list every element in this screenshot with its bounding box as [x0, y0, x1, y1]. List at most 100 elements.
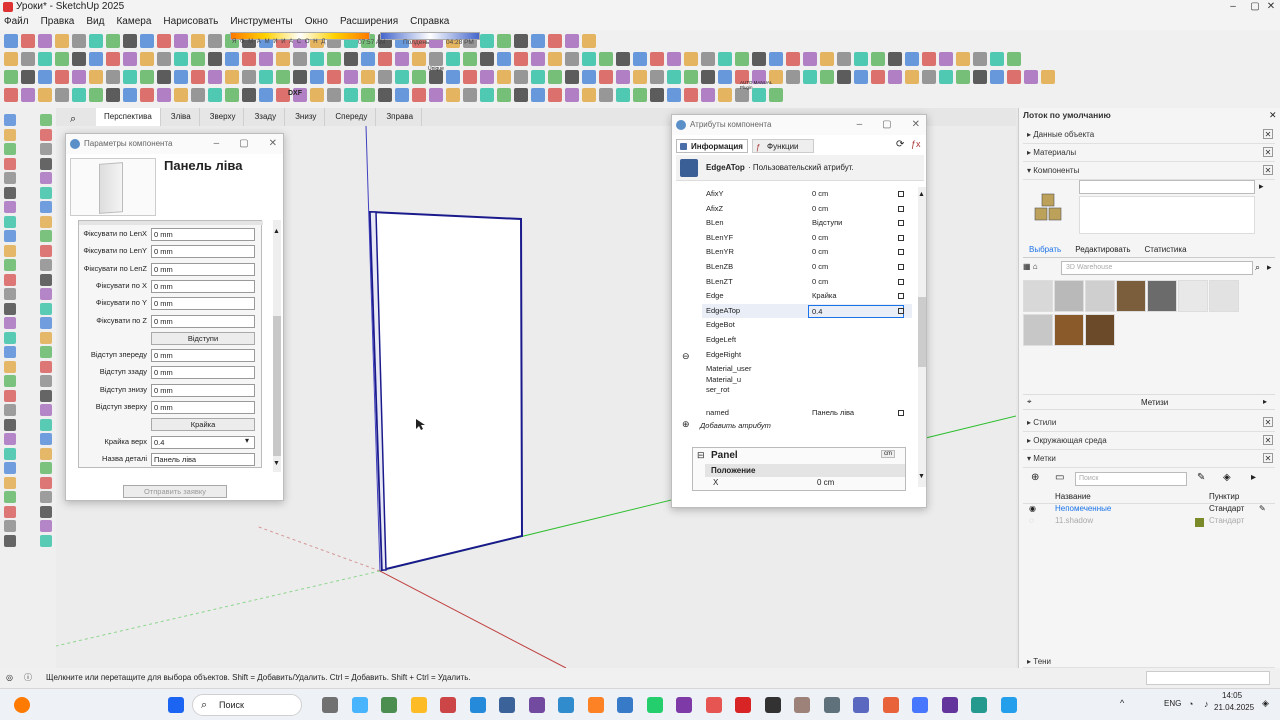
toolbar-tool-icon[interactable] [242, 70, 256, 84]
taskbar-search[interactable]: ⌕ Поиск [192, 694, 302, 716]
toolbar-tool-icon[interactable] [242, 52, 256, 66]
drawing-tool-icon[interactable] [4, 462, 16, 474]
fix-param-input[interactable]: 0 mm [151, 314, 255, 328]
kraika-section-button[interactable]: Крайка [151, 418, 255, 432]
component-thumbnail[interactable] [1178, 280, 1208, 312]
taskbar-app-icon[interactable] [410, 697, 427, 713]
toolbar-tool-icon[interactable] [208, 70, 222, 84]
toolbar-tool-icon[interactable] [225, 70, 239, 84]
toolbar-tool-icon[interactable] [293, 52, 307, 66]
toolbar-tool-icon[interactable] [89, 52, 103, 66]
toolbar-tool-icon[interactable] [650, 88, 664, 102]
drawing-tool-icon[interactable] [4, 331, 16, 344]
attr-row[interactable]: AfixZ 0 cm [702, 202, 912, 217]
volume-icon[interactable]: ♪ [1204, 699, 1209, 709]
toolbar-tool-icon[interactable] [344, 70, 358, 84]
drawing-tool-icon[interactable] [40, 143, 52, 155]
otstupy-section-button[interactable]: Відступи [151, 331, 255, 345]
toolbar-tool-icon[interactable] [38, 70, 52, 84]
toolbar-tool-icon[interactable] [191, 88, 205, 102]
drawing-tool-icon[interactable] [40, 302, 52, 315]
toolbar-tool-icon[interactable] [123, 34, 137, 48]
toolbar-tool-icon[interactable] [89, 70, 103, 84]
drawing-tool-icon[interactable] [4, 389, 16, 402]
tab-select[interactable]: Выбрать [1029, 242, 1061, 257]
taskbar-app-icon[interactable] [794, 697, 810, 713]
attr-row[interactable]: BLenZT 0 cm [702, 275, 912, 290]
refresh-icon[interactable]: ⟳ [896, 139, 908, 151]
toolbar-tool-icon[interactable] [446, 70, 460, 84]
toolbar-tool-icon[interactable] [89, 88, 103, 102]
toolbar-tool-icon[interactable] [531, 34, 545, 48]
attr-row[interactable]: EdgeRight [702, 348, 912, 363]
params-scrollbar[interactable]: ▲ ▼ [273, 220, 281, 472]
toolbar-tool-icon[interactable] [446, 88, 460, 102]
formula-toggle-icon[interactable]: ƒx [911, 139, 923, 151]
formula-icon[interactable] [898, 191, 904, 197]
tray-entity-info[interactable]: ▸ Данные объекта ✕ [1023, 126, 1275, 144]
toolbar-tool-icon[interactable] [837, 52, 851, 66]
attr-row[interactable]: EdgeATop 0.4 [702, 303, 912, 319]
taskbar-app-icon[interactable] [322, 697, 338, 713]
component-thumbnail[interactable] [1116, 280, 1146, 312]
drawing-tool-icon[interactable] [4, 244, 16, 257]
drawing-tool-icon[interactable] [40, 172, 52, 184]
toolbar-tool-icon[interactable] [242, 88, 256, 102]
toolbar-tool-icon[interactable] [480, 88, 494, 102]
toolbar-tool-icon[interactable] [140, 88, 154, 102]
fix-param-input[interactable]: 0 mm [151, 245, 255, 259]
toolbar-tool-icon[interactable] [633, 88, 647, 102]
toolbar-tool-icon[interactable] [89, 34, 103, 48]
drawing-tool-icon[interactable] [4, 418, 16, 431]
toolbar-tool-icon[interactable] [463, 52, 477, 66]
drawing-tool-icon[interactable] [40, 230, 52, 242]
toolbar-tool-icon[interactable] [38, 88, 52, 102]
toolbar-tool-icon[interactable] [378, 70, 392, 84]
dlg-close-icon[interactable]: ✕ [269, 134, 277, 154]
drawing-tool-icon[interactable] [40, 447, 52, 460]
toolbar-tool-icon[interactable] [38, 34, 52, 48]
toolbar-tool-icon[interactable] [667, 52, 681, 66]
menu-file[interactable]: Файл [4, 14, 29, 30]
toolbar-tool-icon[interactable] [854, 70, 868, 84]
formula-icon[interactable] [898, 234, 904, 241]
toolbar-tool-icon[interactable] [21, 34, 35, 48]
dlg-minimize-icon[interactable]: – [857, 115, 863, 135]
toolbar-tool-icon[interactable] [157, 34, 171, 48]
toolbar-tool-icon[interactable] [718, 70, 732, 84]
toolbar-tool-icon[interactable] [633, 52, 647, 66]
tray-close-icon[interactable]: ✕ [1263, 417, 1273, 427]
tray-environment[interactable]: ▸ Окружающая среда ✕ [1023, 432, 1275, 450]
panel-unit-badge[interactable]: cm [881, 450, 895, 458]
drawing-tool-icon[interactable] [4, 288, 16, 300]
attr-row[interactable]: EdgeLeft [702, 333, 912, 348]
warehouse-search-input[interactable]: 3D Warehouse [1061, 261, 1253, 275]
toolbar-tool-icon[interactable] [310, 70, 324, 84]
add-attr-icon[interactable]: ⊕ [682, 419, 690, 430]
toolbar-tool-icon[interactable] [1007, 52, 1021, 66]
toolbar-tool-icon[interactable] [718, 88, 732, 102]
add-attribute-link[interactable]: Добавить атрибут [700, 421, 771, 430]
toolbar-tool-icon[interactable] [191, 52, 205, 66]
toolbar-tool-icon[interactable] [1024, 70, 1038, 84]
toolbar-tool-icon[interactable] [259, 70, 273, 84]
measurements-box[interactable] [1146, 671, 1270, 685]
toolbar-tool-icon[interactable] [463, 88, 477, 102]
notification-icon[interactable]: ◈ [1262, 698, 1269, 709]
drawing-tool-icon[interactable] [4, 302, 16, 315]
toolbar-tool-icon[interactable] [1007, 70, 1021, 84]
toolbar-tool-icon[interactable] [106, 70, 120, 84]
fix-param-input[interactable]: 0 mm [151, 228, 255, 241]
toolbar-tool-icon[interactable] [769, 88, 783, 102]
drawing-tool-icon[interactable] [4, 230, 16, 242]
toolbar-tool-icon[interactable] [752, 88, 766, 102]
drawing-tool-icon[interactable] [40, 346, 52, 358]
attr-value[interactable]: 0 cm [812, 202, 828, 217]
windows-start-icon[interactable] [168, 697, 184, 713]
pencil-icon[interactable]: ✎ [1259, 504, 1266, 513]
tab-perspective[interactable]: Перспектива [96, 108, 161, 126]
drawing-tool-icon[interactable] [40, 360, 52, 373]
toolbar-tool-icon[interactable] [310, 88, 324, 102]
drawing-tool-icon[interactable] [4, 375, 16, 387]
tray-close-icon[interactable]: ✕ [1263, 165, 1273, 175]
